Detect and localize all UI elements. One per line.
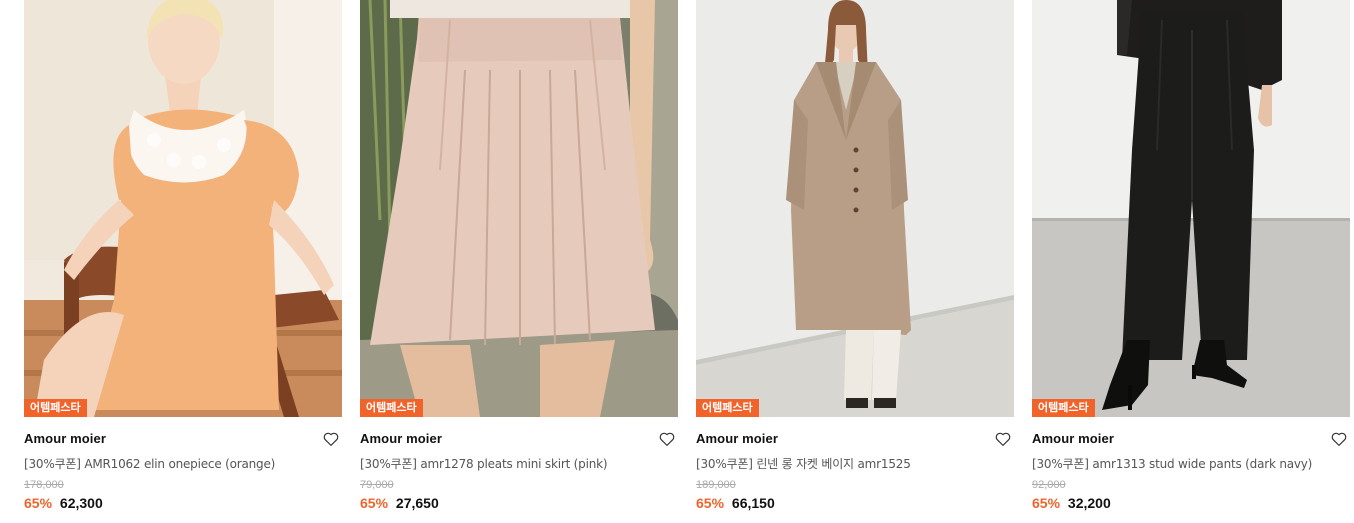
event-badge: 어템페스타 <box>24 399 87 417</box>
product-card[interactable]: 어템페스타 Amour moier [30%쿠폰] AMR1062 elin o… <box>24 0 342 523</box>
product-card[interactable]: 어템페스타 Amour moier [30%쿠폰] amr1313 stud w… <box>1032 0 1350 523</box>
event-badge: 어템페스타 <box>1032 399 1095 417</box>
brand-name[interactable]: Amour moier <box>360 430 678 448</box>
product-image[interactable]: 어템페스타 <box>360 0 678 417</box>
discount-rate: 65% <box>360 495 389 511</box>
brand-name[interactable]: Amour moier <box>696 430 1014 448</box>
event-badge: 어템페스타 <box>696 399 759 417</box>
product-card[interactable]: 어템페스타 Amour moier [30%쿠폰] amr1278 pleats… <box>360 0 678 523</box>
event-badge: 어템페스타 <box>360 399 423 417</box>
heart-outline-icon[interactable] <box>658 430 676 448</box>
product-image[interactable]: 어템페스타 <box>24 0 342 417</box>
heart-outline-icon[interactable] <box>322 430 340 448</box>
product-photo-black-pants <box>1032 0 1350 417</box>
product-name[interactable]: [30%쿠폰] amr1313 stud wide pants (dark na… <box>1032 456 1350 472</box>
product-name[interactable]: [30%쿠폰] amr1278 pleats mini skirt (pink) <box>360 456 678 472</box>
product-photo-orange-dress <box>24 0 342 417</box>
original-price: 189,000 <box>696 479 736 491</box>
product-name[interactable]: [30%쿠폰] 린넨 롱 자켓 베이지 amr1525 <box>696 456 1014 472</box>
product-image[interactable]: 어템페스타 <box>696 0 1014 417</box>
product-photo-pink-skirt <box>360 0 678 417</box>
heart-outline-icon[interactable] <box>1330 430 1348 448</box>
sale-price: 66,150 <box>731 495 775 511</box>
product-card[interactable]: 어템페스타 Amour moier [30%쿠폰] 린넨 롱 자켓 베이지 am… <box>696 0 1014 523</box>
sale-price: 27,650 <box>395 495 439 511</box>
sale-price: 62,300 <box>59 495 103 511</box>
original-price: 79,000 <box>360 479 394 491</box>
original-price: 92,000 <box>1032 479 1066 491</box>
original-price: 178,000 <box>24 479 64 491</box>
product-photo-beige-coat <box>696 0 1014 417</box>
product-grid: 어템페스타 Amour moier [30%쿠폰] AMR1062 elin o… <box>0 0 1354 523</box>
discount-rate: 65% <box>696 495 725 511</box>
product-name[interactable]: [30%쿠폰] AMR1062 elin onepiece (orange) <box>24 456 342 472</box>
discount-rate: 65% <box>1032 495 1061 511</box>
heart-outline-icon[interactable] <box>994 430 1012 448</box>
brand-name[interactable]: Amour moier <box>24 430 342 448</box>
brand-name[interactable]: Amour moier <box>1032 430 1350 448</box>
discount-rate: 65% <box>24 495 53 511</box>
product-image[interactable]: 어템페스타 <box>1032 0 1350 417</box>
sale-price: 32,200 <box>1067 495 1111 511</box>
